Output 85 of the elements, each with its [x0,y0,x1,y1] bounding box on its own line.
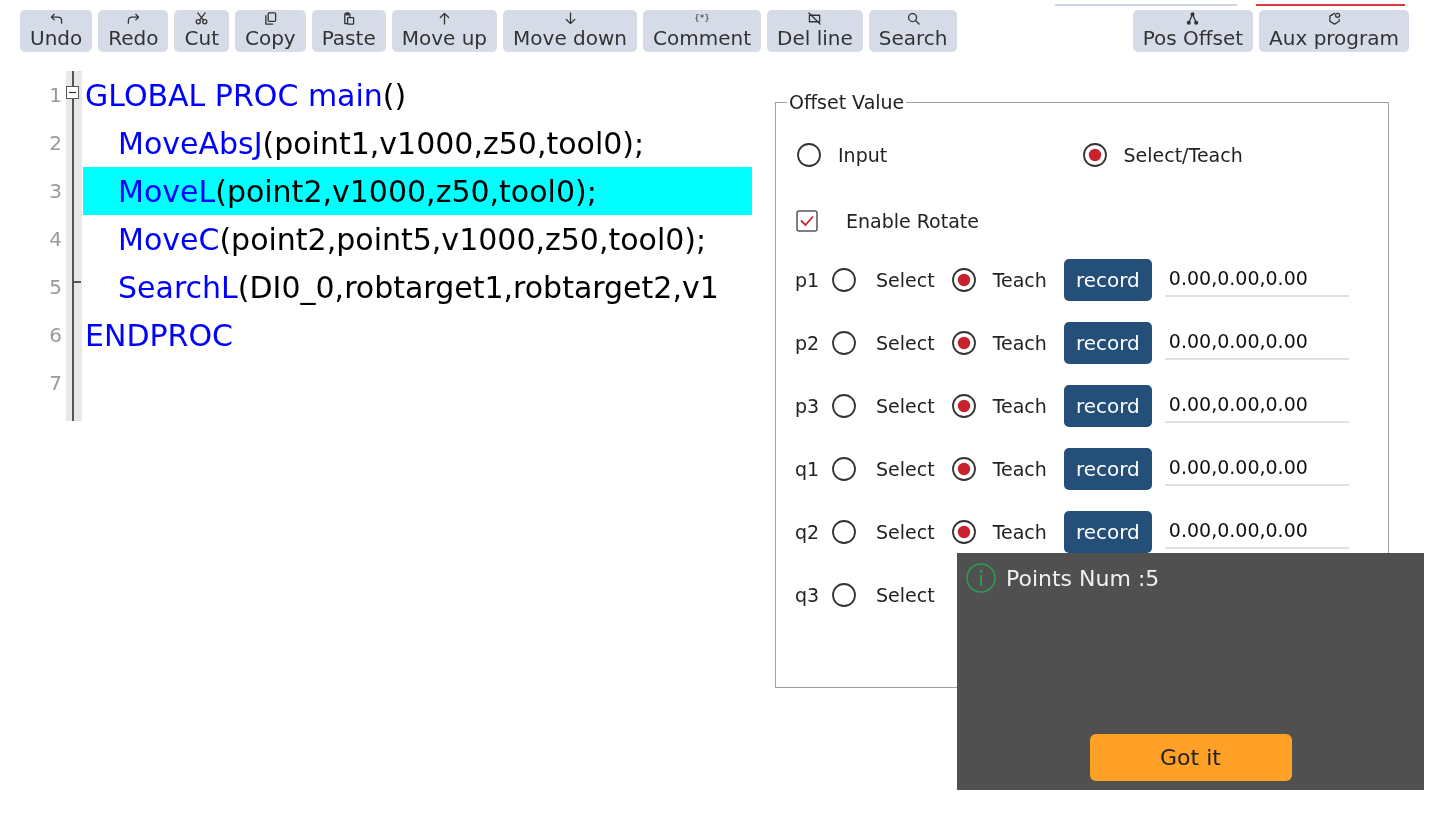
record-button[interactable]: record [1063,322,1152,364]
point-name: q1 [795,458,819,480]
radio-button[interactable] [832,331,856,355]
checkbox-label: Enable Rotate [846,210,979,232]
pos-offset-button[interactable]: Pos Offset [1132,10,1254,52]
radio-button[interactable] [832,457,856,481]
point-name: p1 [795,269,819,291]
line-number: 3 [49,179,62,203]
popup-message: Points Num :5 [1006,565,1160,591]
record-button[interactable]: record [1063,511,1152,553]
up-arrow-icon [437,12,451,25]
code-line[interactable]: MoveC(point2,point5,v1000,z50,tool0); [83,215,752,263]
value-field[interactable]: 0.00,0.00,0.00 [1164,515,1349,549]
scissors-icon [195,12,209,25]
value-field[interactable]: 0.00,0.00,0.00 [1164,263,1349,297]
radio-button[interactable] [951,268,976,292]
point-name: p3 [795,395,819,417]
move-up-button[interactable]: Move up [391,10,498,52]
radio-button[interactable] [832,520,856,544]
point-name: q2 [795,521,819,543]
line-number: 1 [49,83,62,107]
point-name: q3 [795,584,819,606]
radio-label: Teach [992,269,1047,291]
radio-button[interactable] [951,394,976,418]
undo-button[interactable]: Undo [20,10,93,52]
move-down-button[interactable]: Move down [503,10,638,52]
line-number: 4 [49,227,62,251]
redo-icon [126,12,140,25]
radio-button[interactable] [832,268,856,292]
search-icon [906,12,920,25]
radio-label: Select [876,584,935,606]
undo-icon [49,12,63,25]
nodes-icon [1186,12,1200,25]
radio-label: Teach [992,521,1047,543]
code-line[interactable]: MoveAbsJ(point1,v1000,z50,tool0); [83,119,752,167]
radio-label: Select [876,332,935,354]
aux-program-button[interactable]: Aux program [1259,10,1409,52]
radio-button[interactable] [951,520,976,544]
copy-icon [263,12,277,25]
radio-label: Select [876,521,935,543]
record-button[interactable]: record [1063,385,1152,427]
comment-icon: {*} [694,12,710,25]
radio-label: Select/Teach [1123,144,1243,166]
paste-icon [342,12,356,25]
value-field[interactable]: 0.00,0.00,0.00 [1164,326,1349,360]
radio-button[interactable] [832,394,856,418]
checkbox[interactable] [796,210,818,232]
info-icon [966,563,996,593]
copy-button[interactable]: Copy [234,10,306,52]
radio-button[interactable] [951,331,976,355]
code-line[interactable]: GLOBAL PROC main() [83,71,752,119]
radio-label: Select [876,458,935,480]
radio-label: Teach [992,395,1047,417]
line-number: 6 [49,323,62,347]
value-field[interactable]: 0.00,0.00,0.00 [1164,452,1349,486]
record-button[interactable]: record [1063,259,1152,301]
line-number: 7 [49,371,62,395]
radio-button[interactable] [832,583,856,607]
radio-button[interactable] [951,457,976,481]
hexagon-icon [1327,12,1341,25]
delete-line-button[interactable]: Del line [767,10,863,52]
down-arrow-icon [563,12,577,25]
record-button[interactable]: record [1063,448,1152,490]
radio-label: Teach [992,458,1047,480]
paste-button[interactable]: Paste [311,10,386,52]
code-line[interactable]: ENDPROC [83,311,752,359]
crossed-box-icon [808,12,822,25]
got-it-button[interactable]: Got it [1089,734,1292,781]
value-field[interactable]: 0.00,0.00,0.00 [1164,389,1349,423]
cut-button[interactable]: Cut [174,10,229,52]
search-button[interactable]: Search [868,10,958,52]
redo-button[interactable]: Redo [98,10,169,52]
radio-label: Select [876,395,935,417]
radio-button[interactable] [1082,143,1107,167]
point-name: p2 [795,332,819,354]
radio-label: Input [838,144,888,166]
radio-label: Select [876,269,935,291]
radio-label: Teach [992,332,1047,354]
line-number: 2 [49,131,62,155]
code-line[interactable]: SearchL(DI0_0,robtarget1,robtarget2,v1 [83,263,752,311]
line-number: 5 [49,275,62,299]
comment-button[interactable]: {*} Comment [643,10,762,52]
group-title: Offset Value [788,91,906,113]
collapse-icon[interactable] [66,85,79,99]
radio-button[interactable] [797,143,821,167]
